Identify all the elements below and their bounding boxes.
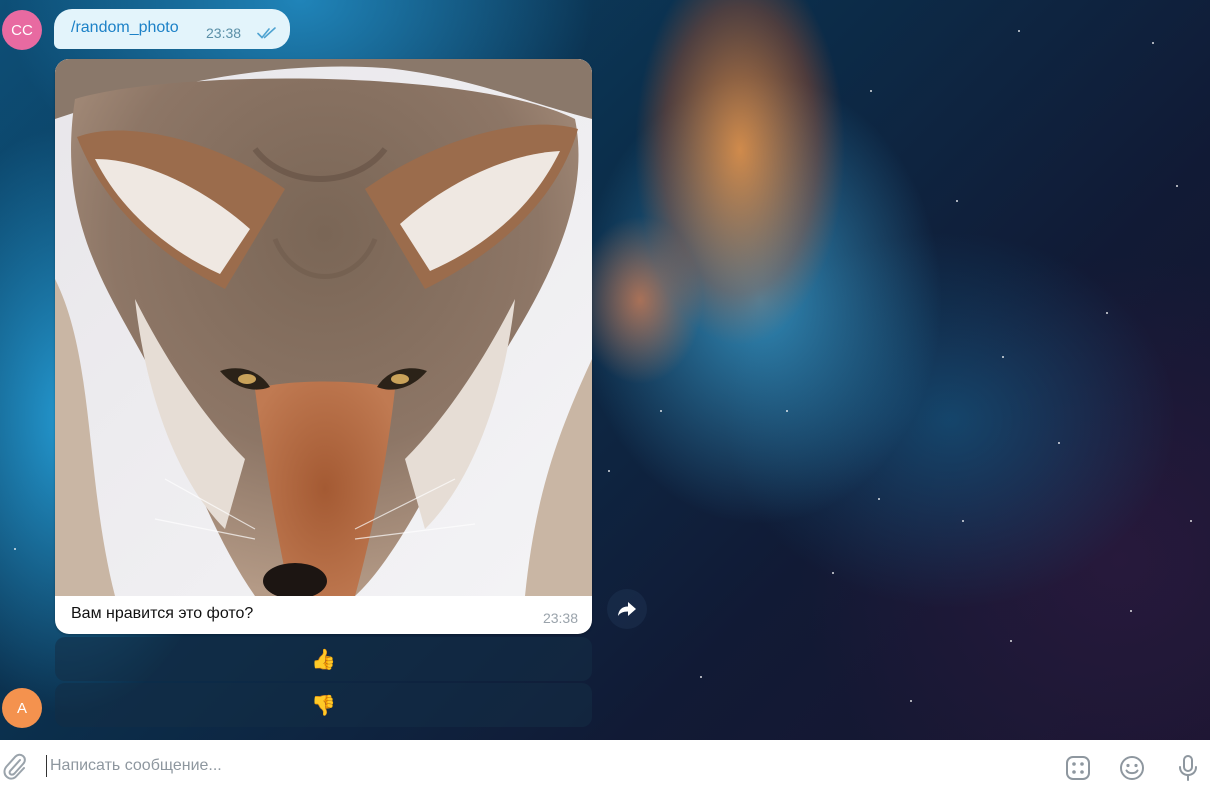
message-input[interactable] [50,754,1030,778]
incoming-photo-message[interactable]: Вам нравится это фото? 23:38 [55,59,592,634]
microphone-icon[interactable] [1174,754,1202,782]
paperclip-icon[interactable] [2,753,28,781]
outgoing-command-message[interactable]: /random_photo 23:38 [54,9,290,49]
message-time: 23:38 [206,25,242,41]
text-caret [46,755,47,777]
photo-caption: Вам нравится это фото? [71,605,254,622]
message-composer [0,740,1210,792]
command-text[interactable]: /random_photo [71,19,179,37]
thumbs-up-button[interactable]: 👍 [55,637,592,681]
forward-button[interactable] [607,589,647,629]
bot-commands-icon[interactable] [1064,754,1092,782]
sender-avatar[interactable]: CC [2,10,42,50]
forward-arrow-icon [618,602,636,616]
bot-avatar-initials: A [16,699,27,717]
sender-avatar-initials: CC [11,21,33,39]
thumbs-down-icon: 👎 [311,693,336,717]
emoji-icon[interactable] [1118,754,1146,782]
thumbs-up-icon: 👍 [311,647,336,671]
double-check-icon [257,27,276,39]
message-time: 23:38 [542,610,578,626]
thumbs-down-button[interactable]: 👎 [55,683,592,727]
chat-window: CC /random_photo 23:38 Вам нравится это … [0,0,1210,792]
bot-avatar[interactable]: A [2,688,42,728]
coyote-photo[interactable] [55,59,592,596]
